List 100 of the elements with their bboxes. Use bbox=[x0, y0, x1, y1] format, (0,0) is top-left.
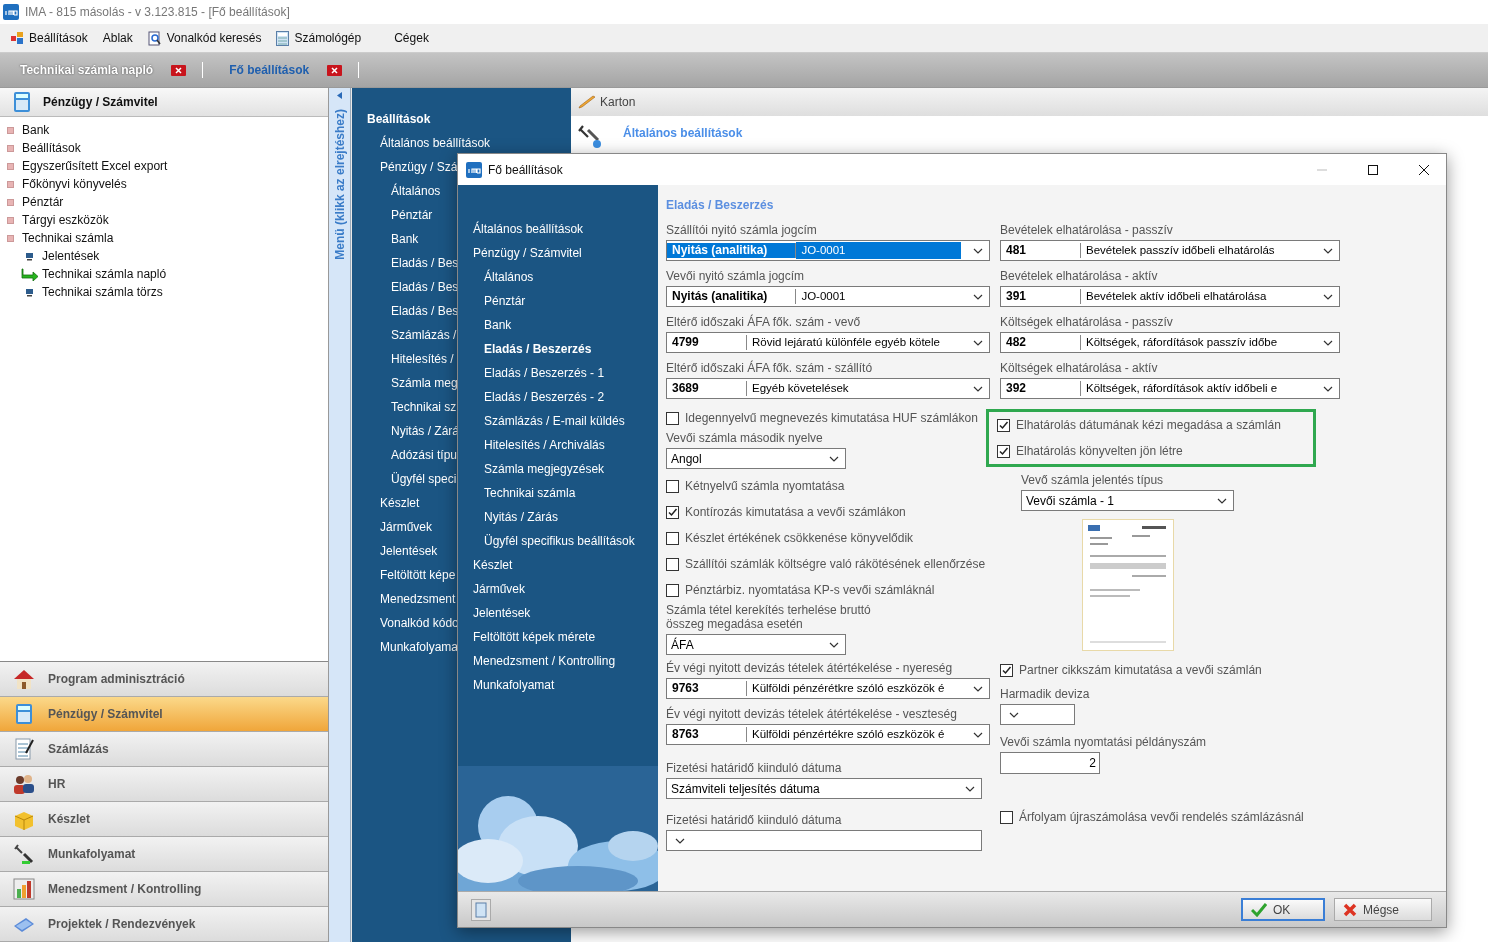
nav-item[interactable]: Menedzsment / Kontrolling bbox=[473, 654, 658, 678]
combo-box[interactable]: 482 Költségek, ráfordítások passzív időbe bbox=[1000, 332, 1340, 353]
nav-item[interactable]: Hitelesítés / Archiválás bbox=[473, 438, 658, 462]
bullet-icon bbox=[7, 198, 14, 206]
chevron-down-icon bbox=[829, 455, 839, 462]
module-button[interactable]: Menedzsment / Kontrolling bbox=[0, 872, 328, 907]
combo-box[interactable]: 481 Bevételek passzív időbeli elhatárolás bbox=[1000, 240, 1340, 261]
field-label: Év végi nyitott devizás tételek átértékelése - nyereség bbox=[666, 661, 954, 675]
nav-item[interactable]: Általános bbox=[473, 270, 658, 294]
window-title: IMA - 815 másolás - v 3.123.815 - [Fő beállítások] bbox=[25, 5, 290, 19]
combo-box[interactable]: 4799 Rövid lejáratú különféle egyéb kötele bbox=[666, 332, 990, 353]
house-icon bbox=[12, 667, 36, 691]
module-button[interactable]: HR bbox=[0, 767, 328, 802]
nav-item[interactable]: Általános beállítások bbox=[473, 222, 658, 246]
checkbox[interactable] bbox=[666, 411, 679, 425]
field-label: Fizetési határidő kiinduló dátuma bbox=[666, 761, 843, 775]
module-button[interactable]: Készlet bbox=[0, 802, 328, 837]
menu-item[interactable]: Számológép bbox=[272, 27, 371, 49]
checkbox[interactable] bbox=[666, 557, 679, 571]
module-button[interactable]: Munkafolyamat bbox=[0, 837, 328, 872]
cancel-button[interactable]: Mégse bbox=[1334, 898, 1432, 921]
checkbox[interactable] bbox=[997, 418, 1010, 432]
x-icon bbox=[1343, 902, 1357, 917]
nav-item[interactable]: Eladás / Beszerzés - 2 bbox=[473, 390, 658, 414]
module-button[interactable]: Program adminisztráció bbox=[0, 662, 328, 697]
checkbox[interactable] bbox=[1000, 810, 1013, 824]
checkmark-icon bbox=[1251, 902, 1267, 917]
tree-item[interactable]: Technikai számla napló bbox=[42, 267, 167, 281]
combo-box[interactable]: 391 Bevételek aktív időbeli elhatárolása bbox=[1000, 286, 1340, 307]
tools-icon bbox=[12, 842, 36, 866]
tree-item[interactable]: Technikai számla törzs bbox=[42, 285, 163, 299]
module-button[interactable]: Pénzügy / Számvitel bbox=[0, 697, 328, 732]
field-label: Számla tétel kerekítés terhelése bruttó összeg megadása esetén bbox=[666, 603, 872, 631]
nav-item[interactable]: Jelentések bbox=[473, 606, 658, 630]
checkbox[interactable] bbox=[666, 583, 679, 597]
checkbox[interactable] bbox=[666, 479, 679, 493]
dropdown[interactable]: ÁFA bbox=[666, 634, 846, 655]
nav-item[interactable]: Készlet bbox=[473, 558, 658, 582]
nav-item[interactable]: Ügyfél specifikus beállítások bbox=[473, 534, 658, 558]
combo-box[interactable]: 9763 Külföldi pénzérétkre szóló eszközök é bbox=[666, 678, 990, 699]
dropdown[interactable] bbox=[666, 830, 982, 851]
pencil-icon bbox=[577, 95, 597, 109]
chevron-down-icon bbox=[675, 837, 685, 844]
checkbox[interactable] bbox=[666, 505, 679, 519]
field-label: Szállítói nyitó számla jogcím bbox=[666, 223, 818, 237]
combo-box[interactable]: 8763 Külföldi pénzértékre szóló eszközök é bbox=[666, 724, 990, 745]
dropdown[interactable]: Számviteli teljesítés dátuma bbox=[666, 778, 982, 799]
checkbox[interactable] bbox=[997, 444, 1010, 458]
tree-item[interactable]: Beállítások bbox=[22, 141, 81, 155]
bullet-icon bbox=[7, 180, 14, 188]
nav-item[interactable]: Eladás / Beszerzés bbox=[473, 342, 658, 366]
checkbox[interactable] bbox=[1000, 663, 1013, 677]
dropdown[interactable]: Vevői számla - 1 bbox=[1021, 490, 1234, 511]
combo-box[interactable]: 3689 Egyéb követelések bbox=[666, 378, 990, 399]
checkbox-label: Szállítói számlák költségre való rákötésének ellenőrzése bbox=[685, 557, 986, 571]
combo-box[interactable]: Nyitás (analitika) JO-0001 bbox=[666, 240, 990, 261]
combo-box[interactable]: Nyitás (analitika) JO-0001 bbox=[666, 286, 990, 307]
nav-item[interactable]: Pénztár bbox=[473, 294, 658, 318]
menu-item[interactable]: Cégek bbox=[390, 28, 438, 48]
checkbox-label: Idegennyelvű megnevezés kimutatása HUF számlákon bbox=[685, 411, 978, 425]
checkbox[interactable] bbox=[666, 531, 679, 545]
nav-item[interactable]: Technikai számla bbox=[473, 486, 658, 510]
nav-item[interactable]: Járművek bbox=[473, 582, 658, 606]
nav-item[interactable]: Számla megjegyzések bbox=[473, 462, 658, 486]
chevron-down-icon bbox=[1217, 497, 1227, 504]
tree-item[interactable]: Pénztár bbox=[22, 195, 64, 209]
number-field[interactable]: 2 bbox=[1000, 752, 1100, 774]
tree-item[interactable]: Főkönyvi könyvelés bbox=[22, 177, 127, 191]
nav-item[interactable]: Bank bbox=[473, 318, 658, 342]
toolbar-button[interactable]: Karton bbox=[600, 95, 636, 109]
tree-item[interactable]: Bank bbox=[22, 123, 50, 137]
nav-item[interactable]: Feltöltött képek mérete bbox=[473, 630, 658, 654]
dropdown[interactable] bbox=[1000, 704, 1075, 725]
chevron-down-icon bbox=[965, 785, 975, 792]
checkbox-label: Partner cikkszám kimutatása a vevői számlán bbox=[1019, 663, 1262, 677]
ok-button[interactable]: OK bbox=[1241, 898, 1325, 921]
tree-item[interactable]: Jelentések bbox=[42, 249, 100, 263]
menu-item[interactable]: Vonalkód keresés bbox=[143, 27, 271, 49]
tree-item[interactable]: Tárgyi eszközök bbox=[22, 213, 109, 227]
caret-left-icon bbox=[337, 92, 342, 99]
combo-box[interactable]: 392 Költségek, ráfordítások aktív időbeli e bbox=[1000, 378, 1340, 399]
nav-item[interactable]: Munkafolyamat bbox=[473, 678, 658, 702]
menu-item[interactable]: Beállítások bbox=[6, 28, 97, 48]
dropdown[interactable]: Angol bbox=[666, 448, 846, 469]
module-button[interactable]: Számlázás bbox=[0, 732, 328, 767]
nav-item[interactable]: Pénzügy / Számvitel bbox=[473, 246, 658, 270]
module-button[interactable]: Projektek / Rendezvények bbox=[0, 907, 328, 942]
checkbox-label: Kontírozás kimutatása a vevői számlákon bbox=[685, 505, 906, 519]
nav-item[interactable]: Számlázás / E-mail küldés bbox=[473, 414, 658, 438]
close-icon[interactable] bbox=[1418, 163, 1430, 176]
bullet-icon bbox=[7, 144, 14, 152]
maximize-icon[interactable] bbox=[1367, 163, 1379, 176]
menu-item[interactable]: Ablak bbox=[98, 28, 142, 48]
tree-item[interactable]: Technikai számla bbox=[22, 231, 114, 245]
tree-item[interactable]: Egyszerűsített Excel export bbox=[22, 159, 168, 173]
bullet-icon bbox=[7, 126, 14, 134]
nav-item[interactable]: Eladás / Beszerzés - 1 bbox=[473, 366, 658, 390]
nav-item[interactable]: Nyitás / Zárás bbox=[473, 510, 658, 534]
calculator-icon bbox=[276, 30, 290, 46]
chevron-down-icon bbox=[973, 339, 983, 346]
